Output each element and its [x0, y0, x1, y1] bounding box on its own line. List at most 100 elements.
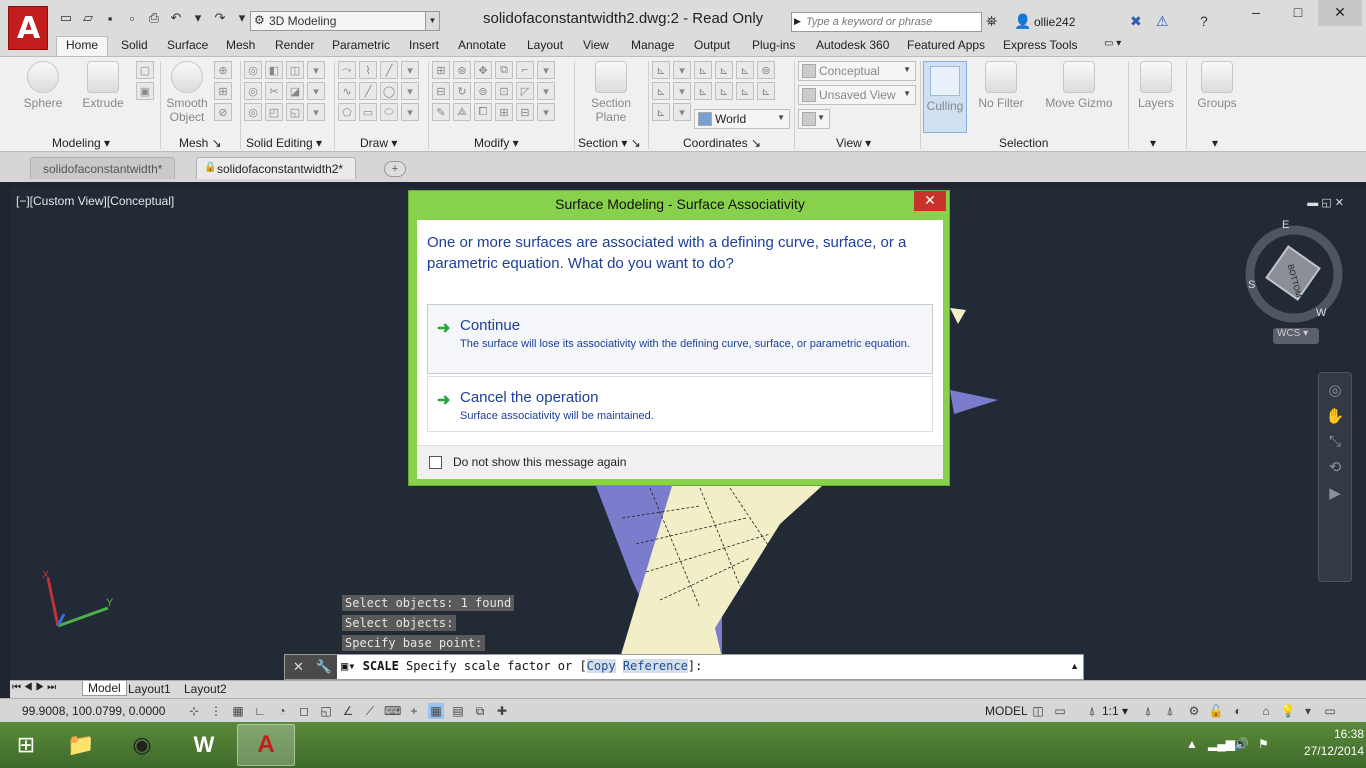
dropdown-icon[interactable]: ▾ [537, 82, 555, 100]
open-icon[interactable]: ▱ [80, 10, 96, 26]
extract-edges-icon[interactable]: ◧ [265, 61, 283, 79]
annotation-scale-value[interactable]: 1:1 ▾ [1102, 704, 1128, 718]
tab-output[interactable]: Output [694, 38, 730, 52]
chamfer-icon[interactable]: ◸ [516, 82, 534, 100]
subtract-icon[interactable]: ◎ [244, 82, 262, 100]
sphere-button[interactable]: Sphere [20, 61, 66, 110]
binoculars-icon[interactable]: ⛯ [986, 13, 997, 30]
annotation-visibility-icon[interactable]: ⍋ [1140, 703, 1156, 719]
redo-dropdown-icon[interactable]: ▾ [234, 10, 250, 26]
named-view-select[interactable]: Unsaved View ▼ [798, 85, 916, 105]
wcs-menu[interactable]: WCS ▾ [1273, 328, 1319, 344]
shell-icon[interactable]: ◰ [265, 103, 283, 121]
redo-icon[interactable]: ↷ [212, 10, 228, 26]
network-icon[interactable]: ▂▄▆ [1208, 737, 1235, 751]
panel-title-draw[interactable]: Draw ▾ [360, 136, 397, 150]
polysolid-icon[interactable]: ⤳ [338, 61, 356, 79]
3d-array-icon[interactable]: ⊞ [432, 61, 450, 79]
windows-start-icon[interactable]: ⊞ [0, 724, 52, 766]
ucs-select[interactable]: World ▼ [694, 109, 790, 129]
clock-date[interactable]: 27/12/2014 [1290, 744, 1364, 758]
dropdown-icon[interactable]: ▾ [537, 103, 555, 121]
ellipse-icon[interactable]: ⬭ [380, 103, 398, 121]
tab-view[interactable]: View [583, 38, 609, 52]
user-icon[interactable]: 👤 [1014, 13, 1031, 30]
3d-polar-icon[interactable]: ⊛ [453, 61, 471, 79]
ucs-previous-icon[interactable]: ⊾ [694, 82, 712, 100]
option-copy[interactable]: Copy [586, 659, 616, 673]
clean-screen-icon[interactable]: ▭ [1322, 703, 1338, 719]
rectangle-icon[interactable]: ▭ [359, 103, 377, 121]
grid-icon[interactable]: ▦ [230, 703, 246, 719]
3d-rotate-icon[interactable]: ⊚ [474, 82, 492, 100]
zoom-icon[interactable]: ⤡ [1319, 433, 1351, 450]
tab-annotate[interactable]: Annotate [458, 38, 506, 52]
no-filter-button[interactable]: No Filter [974, 61, 1028, 110]
3d-osnap-icon[interactable]: ◱ [318, 703, 334, 719]
selection-cycling-icon[interactable]: ⧉ [472, 703, 488, 719]
lineweight-icon[interactable]: + [406, 703, 422, 719]
separate-icon[interactable]: ✂ [265, 82, 283, 100]
user-name[interactable]: ollie242 [1034, 15, 1075, 29]
save-as-icon[interactable]: ▫ [124, 10, 140, 26]
3d-mirror-icon[interactable]: ⧉ [495, 61, 513, 79]
quick-properties-icon[interactable]: ▤ [450, 703, 466, 719]
tab-mesh[interactable]: Mesh [226, 38, 255, 52]
dialog-close-button[interactable]: ✕ [914, 191, 946, 211]
orbit-icon[interactable]: ⟲ [1319, 458, 1351, 476]
lock-ui-icon[interactable]: 🔓 [1208, 703, 1224, 719]
option-reference[interactable]: Reference [622, 659, 688, 673]
transparency-icon[interactable]: ▦ [428, 703, 444, 719]
layout-nav-arrows-icon[interactable]: ⏮ ◀ ▶ ⏭ [12, 682, 56, 693]
dynamic-ucs-icon[interactable]: ⟋ [362, 703, 378, 719]
hardware-acceleration-icon[interactable]: ◐ [1230, 703, 1246, 719]
recent-commands-icon[interactable]: ▣▾ [341, 659, 355, 673]
circle-icon[interactable]: ◯ [380, 82, 398, 100]
auto-scale-icon[interactable]: ⍋ [1162, 703, 1178, 719]
tab-autodesk-360[interactable]: Autodesk 360 [816, 38, 889, 52]
ucs-icon[interactable]: ⊾ [652, 61, 670, 79]
isolate-objects-icon[interactable]: ⌂ [1258, 703, 1274, 719]
trim-icon[interactable]: ⌐ [516, 61, 534, 79]
move-gizmo-button[interactable]: Move Gizmo [1042, 61, 1116, 110]
ucs-world-icon[interactable]: ⊾ [694, 61, 712, 79]
tab-insert[interactable]: Insert [409, 38, 439, 52]
ucs-z-icon[interactable]: ⊾ [736, 82, 754, 100]
groups-dropdown-icon[interactable]: ▾ [1212, 136, 1218, 150]
steering-wheel-icon[interactable]: ◎ [1319, 381, 1351, 399]
panel-title-modeling[interactable]: Modeling ▾ [52, 136, 110, 150]
polar-icon[interactable]: ◔ [274, 703, 290, 719]
match-properties-icon[interactable]: ✎ [432, 103, 450, 121]
culling-button[interactable]: Culling [923, 61, 967, 133]
annotation-monitor-icon[interactable]: ✚ [494, 703, 510, 719]
undo-dropdown-icon[interactable]: ▾ [190, 10, 206, 26]
dropdown-icon[interactable]: ▾ [401, 61, 419, 79]
layout-tab-layout1[interactable]: Layout1 [128, 682, 171, 696]
panel-title-modify[interactable]: Modify ▾ [474, 136, 519, 150]
volume-icon[interactable]: 🔊 [1234, 737, 1249, 751]
3d-align-icon[interactable]: ⊟ [432, 82, 450, 100]
quick-view-layouts-icon[interactable]: ◫ [1030, 703, 1046, 719]
dropdown-icon[interactable]: ▾ [673, 61, 691, 79]
doc-tab-2[interactable]: 🔒 solidofaconstantwidth2* [196, 157, 357, 179]
dropdown-icon[interactable]: ▾ [307, 103, 325, 121]
application-menu-button[interactable]: A [8, 6, 48, 50]
mesh-crease-icon[interactable]: ⊘ [214, 103, 232, 121]
line-icon[interactable]: ╱ [380, 61, 398, 79]
ortho-icon[interactable]: ∟ [252, 703, 268, 719]
tab-solid[interactable]: Solid [121, 38, 148, 52]
tab-parametric[interactable]: Parametric [332, 38, 390, 52]
tab-express-tools[interactable]: Express Tools [1003, 38, 1077, 52]
spline-icon[interactable]: ∿ [338, 82, 356, 100]
cancel-operation-option[interactable]: ➜ Cancel the operation Surface associati… [427, 376, 933, 432]
dropdown-icon[interactable]: ▾ [537, 61, 555, 79]
action-center-icon[interactable]: ⚑ [1258, 737, 1269, 751]
minimize-ribbon-button[interactable]: – [1234, 0, 1278, 26]
showmotion-icon[interactable]: ▶ [1319, 484, 1351, 502]
help-icon[interactable]: ? [1200, 13, 1208, 29]
dropdown-icon[interactable]: ▾ [401, 82, 419, 100]
chrome-icon[interactable]: ◉ [113, 724, 171, 766]
groups-button[interactable]: Groups [1194, 61, 1240, 110]
new-icon[interactable]: ▭ [58, 10, 74, 26]
extrude-faces-icon[interactable]: ◫ [286, 61, 304, 79]
